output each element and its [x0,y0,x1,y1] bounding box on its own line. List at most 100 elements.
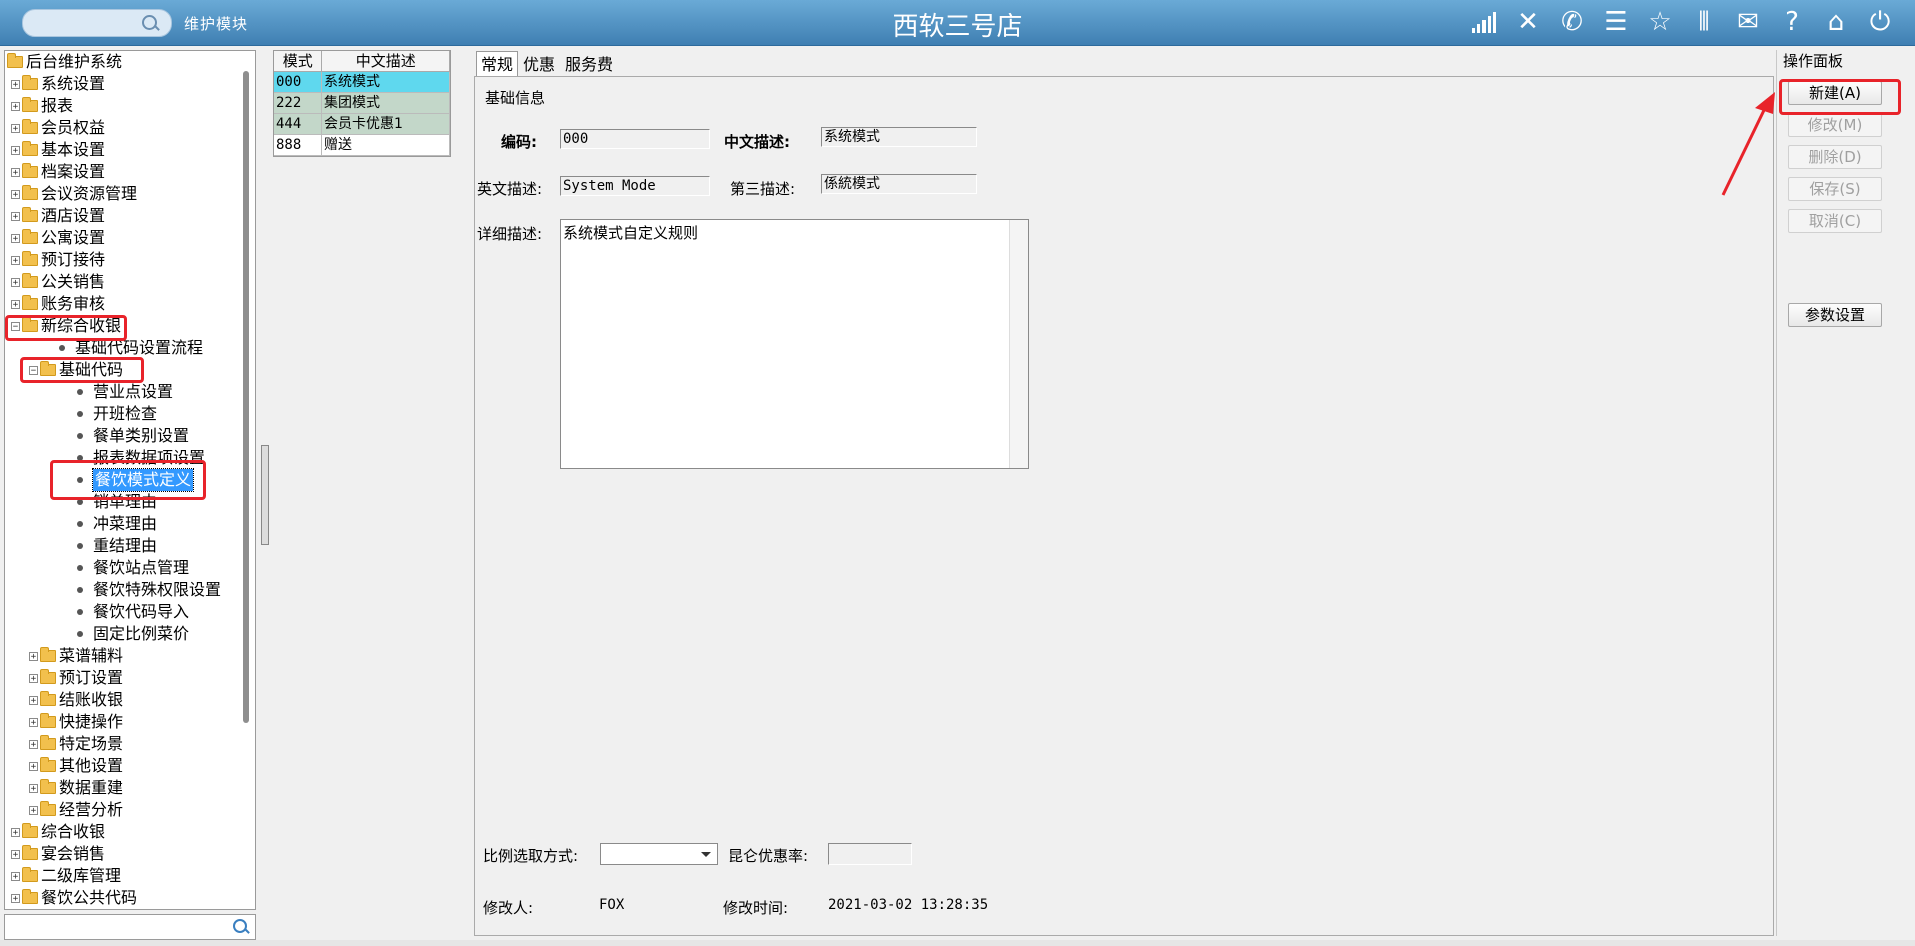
cn-desc-field[interactable]: 系统模式 [821,127,977,147]
en-desc-field[interactable]: System Mode [560,176,710,196]
delete-button[interactable]: 删除(D) [1788,145,1882,169]
star-icon[interactable]: ☆ [1645,7,1675,37]
collapse-icon[interactable]: − [29,365,38,375]
expand-icon[interactable]: + [11,849,20,859]
save-button[interactable]: 保存(S) [1788,177,1882,201]
expand-icon[interactable]: + [11,277,20,287]
tools-icon[interactable]: ✕ [1513,7,1543,37]
expand-icon[interactable]: + [11,123,20,133]
search-icon[interactable] [142,15,157,30]
expand-icon[interactable]: + [11,167,20,177]
tree-folder-item[interactable]: + 预订设置 [29,667,123,689]
expand-icon[interactable]: + [29,651,38,661]
expand-icon[interactable]: + [11,255,20,265]
expand-icon[interactable]: + [11,893,20,903]
tree-folder-item[interactable]: + 公关销售 [11,271,105,293]
expand-icon[interactable]: + [11,79,20,89]
expand-icon[interactable]: + [29,695,38,705]
tree-folder-item[interactable]: + 快捷操作 [29,711,123,733]
tree-folder-item[interactable]: + 餐饮公共代码 [11,887,137,909]
tree-scrollbar[interactable] [243,71,249,723]
modify-button[interactable]: 修改(M) [1788,113,1882,137]
tree-leaf-item[interactable]: 固定比例菜价 [47,623,189,645]
tree-folder-item[interactable]: + 公寓设置 [11,227,105,249]
mail-icon[interactable]: ✉ [1733,7,1763,37]
expand-icon[interactable]: + [11,871,20,881]
expand-icon[interactable]: + [11,189,20,199]
tree-folder-item[interactable]: + 酒店设置 [11,205,105,227]
tree-folder-item[interactable]: + 基本设置 [11,139,105,161]
tree-folder-item[interactable]: + 经营分析 [29,799,123,821]
tree-leaf-item[interactable]: 餐饮代码导入 [47,601,189,623]
expand-icon[interactable]: + [11,211,20,221]
collapse-icon[interactable]: − [11,321,20,331]
expand-icon[interactable]: + [29,805,38,815]
tree-leaf-item[interactable]: 销单理由 [47,491,157,513]
table-row[interactable]: 222 集团模式 [274,93,450,114]
tree-folder-item[interactable]: + 会员权益 [11,117,105,139]
params-button[interactable]: 参数设置 [1788,303,1882,327]
tree-folder-item[interactable]: + 综合收银 [11,821,105,843]
table-row[interactable]: 444 会员卡优惠1 [274,114,450,135]
tree-folder-item[interactable]: + 会议资源管理 [11,183,137,205]
panel-splitter[interactable] [261,445,269,545]
module-search-input[interactable] [22,9,172,37]
table-row[interactable]: 888 赠送 [274,135,450,156]
nav-tree[interactable]: 后台维护系统 + 系统设置 + 报表 + 会员权益 + 基本设置 + 档案设置 + 会议资源管理 + 酒店… [4,50,256,910]
expand-icon[interactable]: + [11,145,20,155]
detail-textarea[interactable]: 系统模式自定义规则 [560,219,1029,469]
expand-icon[interactable]: + [29,717,38,727]
columns-icon[interactable]: ⦀ [1689,7,1719,37]
tree-folder-item[interactable]: + 宴会销售 [11,843,105,865]
new-button[interactable]: 新建(A) [1788,81,1882,105]
tree-search-input[interactable] [4,914,256,940]
textarea-scrollbar[interactable] [1009,220,1028,468]
tree-leaf-item[interactable]: 冲菜理由 [47,513,157,535]
phone-icon[interactable]: ✆ [1557,7,1587,37]
menu-icon[interactable]: ☰ [1601,7,1631,37]
expand-icon[interactable]: + [11,233,20,243]
tree-leaf-item[interactable]: 餐饮站点管理 [47,557,189,579]
help-icon[interactable]: ? [1777,7,1807,37]
cancel-button[interactable]: 取消(C) [1788,209,1882,233]
third-desc-field[interactable]: 係統模式 [821,174,977,194]
kunlun-field[interactable] [828,843,912,865]
tree-folder-item[interactable]: + 账务审核 [11,293,105,315]
tree-folder-item[interactable]: − 新综合收银 [11,315,121,337]
tree-leaf-item[interactable]: 餐饮特殊权限设置 [47,579,221,601]
tree-folder-item[interactable]: + 档案设置 [11,161,105,183]
tree-leaf-item[interactable]: 基础代码设置流程 [29,337,203,359]
tab-general[interactable]: 常规 [476,51,519,77]
tree-folder-item[interactable]: + 二级库管理 [11,865,121,887]
col-header-mode[interactable]: 模式 [274,51,323,71]
tree-folder-item[interactable]: + 数据重建 [29,777,123,799]
tab-service-fee[interactable]: 服务费 [560,51,618,78]
tree-leaf-item[interactable]: 餐饮模式定义 [47,468,195,492]
home-icon[interactable]: ⌂ [1821,7,1851,37]
signal-icon[interactable] [1469,7,1499,37]
tree-folder-item[interactable]: + 报表 [11,95,73,117]
expand-icon[interactable]: + [11,827,20,837]
tree-root[interactable]: 后台维护系统 [7,51,122,73]
tree-folder-item[interactable]: + 其他设置 [29,755,123,777]
chevron-down-icon[interactable] [701,852,711,857]
tree-folder-item[interactable]: + 结账收银 [29,689,123,711]
tree-folder-item[interactable]: + 菜谱辅料 [29,645,123,667]
tree-folder-item[interactable]: + 预订接待 [11,249,105,271]
table-row[interactable]: 000 系统模式 [274,72,450,93]
ratio-select[interactable] [600,843,718,865]
tree-folder-item[interactable]: + 特定场景 [29,733,123,755]
search-icon[interactable] [233,919,247,933]
expand-icon[interactable]: + [29,673,38,683]
expand-icon[interactable]: + [29,761,38,771]
tree-leaf-item[interactable]: 餐单类别设置 [47,425,189,447]
tree-folder-item[interactable]: + 系统设置 [11,73,105,95]
expand-icon[interactable]: + [29,739,38,749]
tree-leaf-item[interactable]: 营业点设置 [47,381,173,403]
tree-leaf-item[interactable]: 重结理由 [47,535,157,557]
col-header-desc[interactable]: 中文描述 [322,51,450,71]
expand-icon[interactable]: + [29,783,38,793]
tree-folder-item[interactable]: − 基础代码 [29,359,123,381]
power-icon[interactable]: ⏻ [1865,7,1895,37]
tree-leaf-item[interactable]: 开班检查 [47,403,157,425]
